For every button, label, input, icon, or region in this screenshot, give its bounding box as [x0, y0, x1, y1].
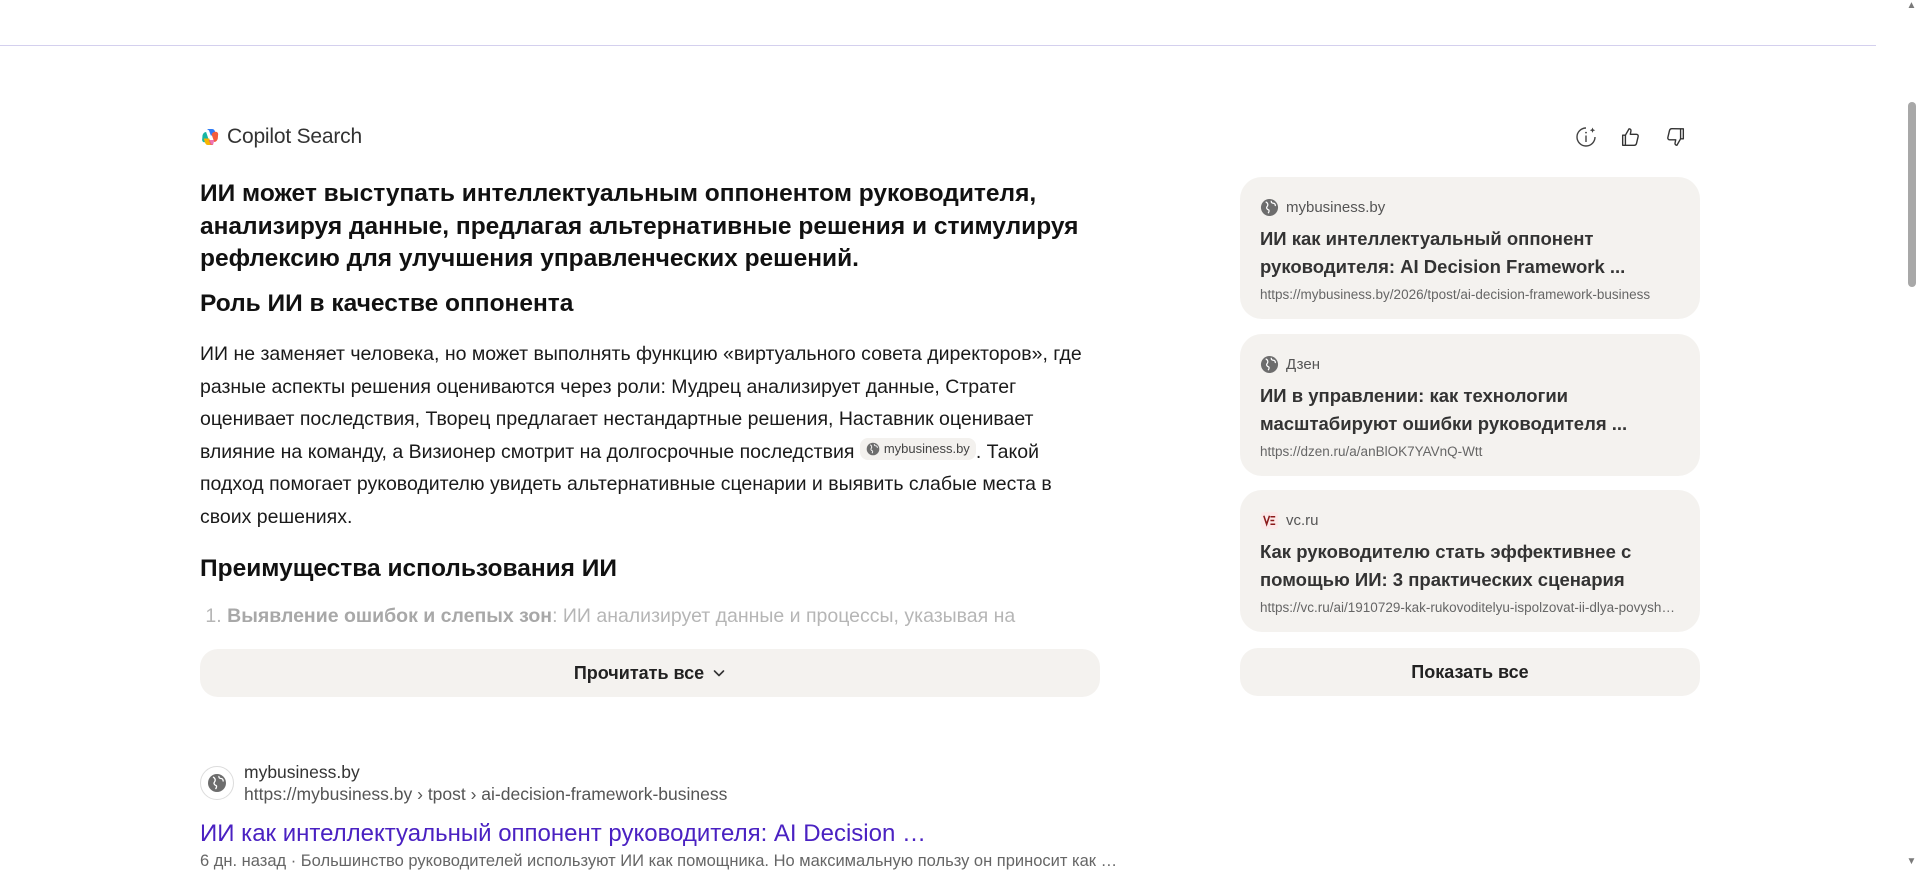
citation-label: mybusiness.by [883, 440, 970, 456]
source-site-name: vc.ru [1286, 511, 1319, 529]
vc-logo-icon [1260, 511, 1279, 529]
result-favicon[interactable] [200, 766, 234, 800]
globe-icon [1260, 198, 1279, 216]
ai-info-icon [1576, 127, 1596, 147]
result-site-name: mybusiness.by [244, 762, 360, 782]
top-divider [0, 45, 1876, 46]
read-all-label: Прочитать все [573, 662, 705, 683]
benefit-number: 1. [205, 605, 222, 627]
copilot-logo-icon [202, 129, 219, 145]
result-snippet: 6 дн. назад · Большинство руководителей … [200, 852, 1118, 870]
source-title: ИИ в управлении: как технологии масштаби… [1260, 385, 1628, 434]
page-scrollbar[interactable]: ▲ ▼ [1903, 0, 1920, 869]
show-all-sources-button[interactable]: Показать все [1240, 648, 1700, 696]
citation-chip[interactable]: mybusiness.by [859, 437, 976, 460]
thumbs-up-button[interactable] [1617, 124, 1643, 150]
ai-info-button[interactable] [1573, 124, 1599, 150]
thumbs-down-icon [1667, 128, 1685, 146]
source-site: vc.ru [1260, 510, 1680, 530]
source-url: https://vc.ru/ai/1910729-kak-rukovoditel… [1260, 600, 1680, 615]
scroll-down-arrow-icon[interactable]: ▼ [1906, 857, 1917, 867]
source-url: https://dzen.ru/a/anBlOK7YAVnQ-Wtt [1260, 444, 1483, 459]
source-url: https://mybusiness.by/2026/tpost/ai-deci… [1260, 287, 1651, 302]
chevron-down-icon [713, 670, 725, 677]
scrollbar-thumb[interactable] [1908, 102, 1916, 287]
thumbs-up-icon [1621, 128, 1639, 146]
source-site-name: Дзен [1286, 355, 1320, 373]
benefit-title: Выявление ошибок и слепых зон [227, 605, 553, 627]
copilot-search-brand: Copilot Search [200, 125, 362, 149]
role-heading: Роль ИИ в качестве оппонента [200, 290, 574, 317]
source-site: mybusiness.by [1260, 197, 1680, 217]
globe-icon [1260, 355, 1279, 373]
benefits-heading: Преимущества использования ИИ [200, 555, 618, 582]
source-site-name: mybusiness.by [1286, 198, 1386, 216]
source-card[interactable]: mybusiness.by ИИ как интеллектуальный оп… [1240, 177, 1700, 319]
scroll-up-arrow-icon[interactable]: ▲ [1906, 1, 1917, 11]
benefit-text: : ИИ анализирует данные и процессы, указ… [552, 605, 1016, 627]
brand-name: Copilot Search [227, 125, 362, 148]
source-card[interactable]: vc.ru Как руководителю стать эффективнее… [1240, 490, 1700, 632]
result-title-link[interactable]: ИИ как интеллектуальный оппонент руковод… [200, 820, 926, 848]
source-title: ИИ как интеллектуальный оппонент руковод… [1260, 228, 1626, 277]
benefit-list-item: 1. Выявление ошибок и слепых зон: ИИ ана… [200, 600, 1100, 630]
answer-summary: ИИ может выступать интеллектуальным оппо… [200, 180, 1079, 272]
role-paragraph: ИИ не заменяет человека, но может выполн… [200, 338, 1090, 533]
show-all-label: Показать все [1411, 661, 1529, 682]
result-url[interactable]: https://mybusiness.by › tpost › ai-decis… [244, 784, 727, 805]
thumbs-down-button[interactable] [1663, 124, 1689, 150]
read-all-button[interactable]: Прочитать все [200, 649, 1100, 697]
globe-icon [866, 442, 880, 455]
globe-icon [208, 774, 226, 792]
source-title: Как руководителю стать эффективнее с пом… [1260, 541, 1632, 590]
source-site: Дзен [1260, 354, 1680, 374]
source-card[interactable]: Дзен ИИ в управлении: как технологии мас… [1240, 334, 1700, 476]
